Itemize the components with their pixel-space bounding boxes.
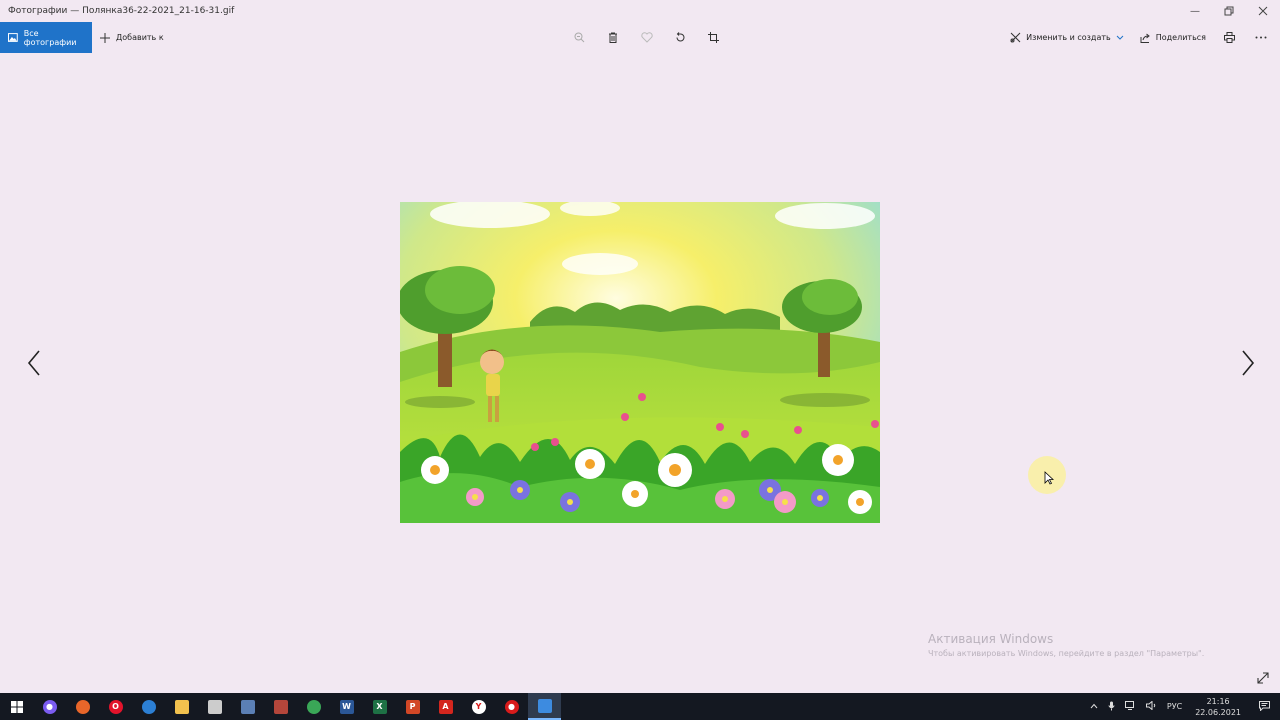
powerpoint-icon: P bbox=[405, 699, 420, 714]
crop-icon[interactable] bbox=[697, 22, 731, 53]
activation-subtitle: Чтобы активировать Windows, перейдите в … bbox=[928, 649, 1205, 658]
taskbar-app-recorder[interactable]: ● bbox=[495, 693, 528, 720]
edit-create-label: Изменить и создать bbox=[1026, 33, 1111, 42]
taskbar: ● O W X P A Y ● РУС 21:16 22.06.2021 bbox=[0, 693, 1280, 720]
clapper-icon bbox=[207, 699, 222, 714]
chevron-down-icon bbox=[1116, 35, 1124, 40]
notifications-icon[interactable] bbox=[1249, 700, 1280, 713]
mouse-cursor-icon bbox=[1044, 470, 1055, 489]
network-icon[interactable] bbox=[1120, 701, 1141, 712]
share-button[interactable]: Поделиться bbox=[1132, 22, 1214, 53]
favorite-icon[interactable] bbox=[630, 22, 664, 53]
word-icon: W bbox=[339, 699, 354, 714]
add-to-label: Добавить к bbox=[116, 33, 164, 42]
language-indicator[interactable]: РУС bbox=[1162, 702, 1187, 711]
taskbar-app-clapper[interactable] bbox=[198, 693, 231, 720]
taskbar-app-yandex[interactable]: Y bbox=[462, 693, 495, 720]
all-photos-button[interactable]: Все фотографии bbox=[0, 22, 92, 53]
alice-icon: ● bbox=[42, 699, 57, 714]
rotate-icon[interactable] bbox=[664, 22, 698, 53]
edit-icon bbox=[1010, 32, 1021, 43]
taskbar-app-acrobat[interactable]: A bbox=[429, 693, 462, 720]
taskbar-app-word[interactable]: W bbox=[330, 693, 363, 720]
edge-icon bbox=[141, 699, 156, 714]
fullscreen-expand-icon[interactable] bbox=[1256, 670, 1270, 689]
all-photos-label: Все фотографии bbox=[23, 28, 77, 47]
more-icon[interactable] bbox=[1246, 22, 1276, 53]
photos-icon bbox=[8, 33, 18, 42]
firefox-icon bbox=[75, 699, 90, 714]
explorer-icon bbox=[174, 699, 189, 714]
taskbar-app-edge[interactable] bbox=[132, 693, 165, 720]
opera-icon: O bbox=[108, 699, 123, 714]
delete-icon[interactable] bbox=[597, 22, 631, 53]
taskbar-app-monitor[interactable] bbox=[231, 693, 264, 720]
zoom-icon[interactable] bbox=[563, 22, 597, 53]
toolbar: Все фотографии Добавить к Изменить и соз… bbox=[0, 22, 1280, 53]
system-tray: РУС 21:16 22.06.2021 bbox=[1085, 693, 1280, 720]
restore-icon[interactable] bbox=[1212, 0, 1246, 22]
center-tools bbox=[563, 22, 731, 53]
clock-time: 21:16 bbox=[1206, 696, 1230, 706]
window-title: Фотографии — Полянка36-22-2021_21-16-31.… bbox=[8, 6, 235, 16]
next-arrow-icon[interactable] bbox=[1238, 346, 1258, 380]
microphone-icon[interactable] bbox=[1103, 701, 1120, 713]
winrar-icon bbox=[273, 699, 288, 714]
right-tools: Изменить и создать Поделиться bbox=[1002, 22, 1280, 53]
previous-arrow-icon[interactable] bbox=[24, 346, 44, 380]
taskbar-app-explorer[interactable] bbox=[165, 693, 198, 720]
photos-icon bbox=[537, 698, 552, 713]
taskbar-app-excel[interactable]: X bbox=[363, 693, 396, 720]
monitor-icon bbox=[240, 699, 255, 714]
share-icon bbox=[1140, 33, 1150, 43]
taskbar-app-alice[interactable]: ● bbox=[33, 693, 66, 720]
activation-title: Активация Windows bbox=[928, 632, 1054, 646]
taskbar-app-photos[interactable] bbox=[528, 693, 561, 720]
print-icon[interactable] bbox=[1214, 22, 1244, 53]
photo-image[interactable] bbox=[400, 202, 880, 523]
taskbar-app-opera[interactable]: O bbox=[99, 693, 132, 720]
excel-icon: X bbox=[372, 699, 387, 714]
taskbar-apps: ● O W X P A Y ● bbox=[0, 693, 561, 720]
taskbar-app-start[interactable] bbox=[0, 693, 33, 720]
add-to-button[interactable]: Добавить к bbox=[100, 22, 164, 53]
taskbar-app-chrome[interactable] bbox=[297, 693, 330, 720]
share-label: Поделиться bbox=[1155, 33, 1206, 42]
minimize-icon[interactable]: — bbox=[1178, 0, 1212, 22]
volume-icon[interactable] bbox=[1141, 700, 1162, 712]
acrobat-icon: A bbox=[438, 699, 453, 714]
edit-create-button[interactable]: Изменить и создать bbox=[1002, 22, 1132, 53]
title-bar: Фотографии — Полянка36-22-2021_21-16-31.… bbox=[0, 0, 1280, 22]
clock-date: 22.06.2021 bbox=[1195, 707, 1241, 717]
start-icon bbox=[10, 700, 24, 714]
yandex-icon: Y bbox=[471, 699, 486, 714]
window-controls: — bbox=[1178, 0, 1280, 22]
activation-watermark: Активация Windows Чтобы активировать Win… bbox=[928, 632, 1204, 658]
tray-chevron-icon[interactable] bbox=[1085, 702, 1103, 711]
taskbar-app-firefox[interactable] bbox=[66, 693, 99, 720]
taskbar-app-winrar[interactable] bbox=[264, 693, 297, 720]
clock[interactable]: 21:16 22.06.2021 bbox=[1187, 696, 1249, 718]
taskbar-app-powerpoint[interactable]: P bbox=[396, 693, 429, 720]
chrome-icon bbox=[306, 699, 321, 714]
close-icon[interactable] bbox=[1246, 0, 1280, 22]
plus-icon bbox=[100, 32, 110, 43]
recorder-icon: ● bbox=[504, 699, 519, 714]
